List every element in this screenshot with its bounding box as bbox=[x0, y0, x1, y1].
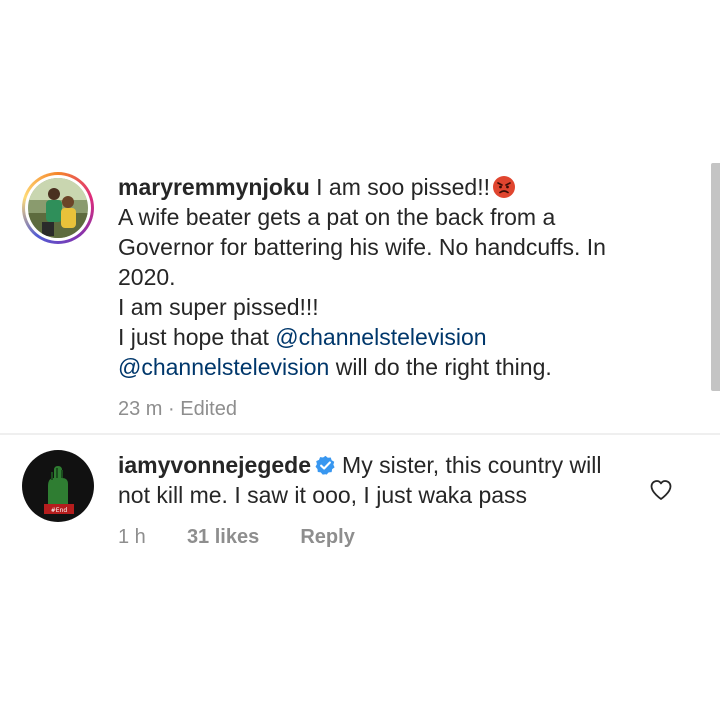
verified-badge-icon bbox=[315, 455, 335, 475]
comment-text-line: Governor for battering his wife. No hand… bbox=[118, 234, 606, 260]
comments-screen: maryremmynjoku I am soo pissed!! A wife … bbox=[0, 0, 720, 720]
comment-text: My sister, this country will bbox=[342, 452, 602, 478]
comment-body: maryremmynjoku I am soo pissed!! A wife … bbox=[118, 172, 663, 422]
comment-meta: 23 m · Edited bbox=[118, 396, 663, 422]
comment-body: iamyvonnejegede My sister, this country w… bbox=[118, 450, 663, 550]
avatar-badge-text: #End bbox=[51, 507, 68, 514]
angry-face-icon bbox=[493, 176, 515, 198]
scrollbar[interactable] bbox=[711, 163, 720, 391]
comment-text-line: I am super pissed!!! bbox=[118, 294, 319, 320]
mention-link[interactable]: @channelstelevision bbox=[275, 324, 486, 350]
likes-count[interactable]: 31 likes bbox=[187, 526, 259, 548]
edited-label: Edited bbox=[180, 398, 237, 420]
reply-button[interactable]: Reply bbox=[300, 526, 354, 548]
mention-link[interactable]: @channelstelevision bbox=[118, 354, 329, 380]
avatar-photo: #End bbox=[22, 450, 94, 522]
comment-text-line: not kill me. I saw it ooo, I just waka p… bbox=[118, 482, 528, 508]
divider bbox=[0, 433, 720, 435]
comment-time[interactable]: 1 h bbox=[118, 526, 146, 548]
story-ring bbox=[22, 172, 94, 244]
comment-text: I just hope that bbox=[118, 324, 269, 350]
avatar[interactable]: #End bbox=[22, 450, 94, 522]
comment-time[interactable]: 23 m bbox=[118, 398, 162, 420]
avatar[interactable] bbox=[22, 172, 94, 244]
avatar-photo bbox=[28, 178, 88, 238]
comment-meta: 1 h 31 likes Reply bbox=[118, 524, 663, 550]
comment-text-line: A wife beater gets a pat on the back fro… bbox=[118, 204, 556, 230]
heart-icon[interactable] bbox=[649, 478, 673, 502]
comment-text: will do the right thing. bbox=[335, 354, 552, 380]
comment-text-line: 2020. bbox=[118, 264, 176, 290]
comment-username[interactable]: maryremmynjoku bbox=[118, 174, 310, 200]
meta-separator: · bbox=[168, 398, 175, 420]
comment-username[interactable]: iamyvonnejegede bbox=[118, 452, 311, 478]
comment-text: I am soo pissed!! bbox=[316, 174, 490, 200]
